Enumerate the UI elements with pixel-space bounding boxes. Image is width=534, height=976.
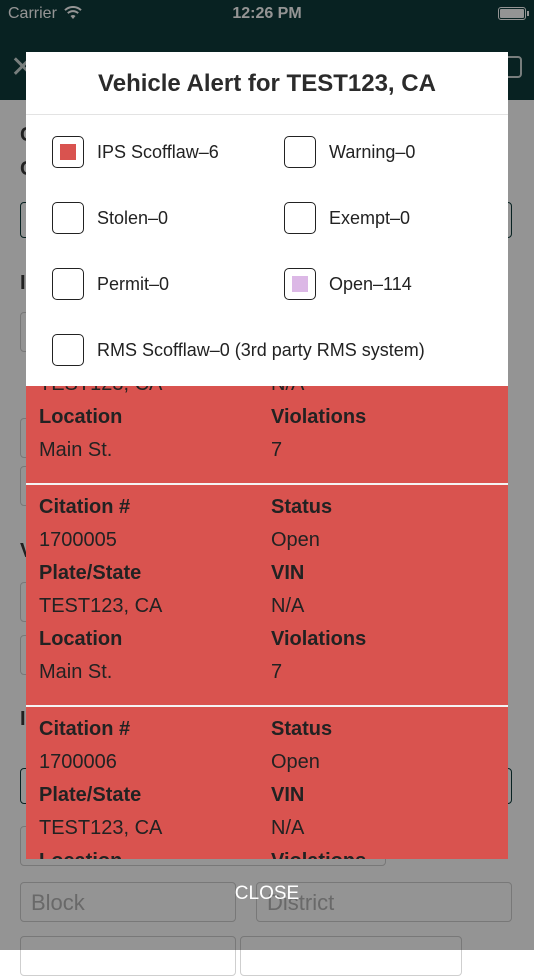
checkbox-label: IPS Scofflaw–6 [97,142,219,162]
location-label: Location [39,850,122,859]
checkbox-open[interactable] [284,268,316,300]
checkbox-label: Exempt–0 [329,208,411,228]
checkbox-warning[interactable] [284,136,316,168]
close-button[interactable]: CLOSE [0,883,534,905]
plate-state-value: TEST123, CA [39,817,163,839]
location-value: Main St. [39,661,113,683]
citation-card[interactable]: Citation # Status 1700005 Open Plate/Sta… [26,485,508,706]
violations-label: Violations [271,850,366,859]
vehicle-alert-dialog: Vehicle Alert for TEST123, CA IPS Scoffl… [26,52,508,386]
violations-value: 7 [271,439,283,461]
checkbox-stolen[interactable] [52,202,84,234]
plate-state-value: TEST123, CA [39,386,162,396]
dialog-title: Vehicle Alert for TEST123, CA [98,70,436,97]
status-label: Status [271,718,333,740]
checkbox-exempt[interactable] [284,202,316,234]
location-label: Location [39,406,123,428]
violations-label: Violations [271,406,367,428]
vin-label: VIN [271,784,305,806]
citation-number: 1700006 [39,751,117,773]
plate-state-value: TEST123, CA [39,595,163,617]
vin-value: N/A [271,386,304,396]
citation-label: Citation # [39,718,131,740]
location-label: Location [39,628,123,650]
plate-state-label: Plate/State [39,562,142,584]
location-value: Main St. [39,439,113,461]
plate-state-label: Plate/State [39,784,142,806]
divider [26,114,508,115]
citation-card[interactable]: Citation # Status 1700006 Open Plate/Sta… [26,707,508,859]
citation-list[interactable]: Citation # Status Plate/State VIN TEST12… [26,386,508,859]
vin-label: VIN [271,562,305,584]
vin-value: N/A [271,595,305,617]
checkbox-ips-scofflaw[interactable] [52,136,84,168]
checkbox-fill [292,276,308,292]
citation-label: Citation # [39,496,131,518]
checkbox-fill [60,144,76,160]
checkbox-permit[interactable] [52,268,84,300]
checkbox-rms-scofflaw[interactable] [52,334,84,366]
status-value: Open [271,751,320,773]
checkbox-label: Open–114 [329,274,412,294]
checkbox-label: Warning–0 [329,142,416,162]
citation-number: 1700005 [39,529,117,551]
status-value: Open [271,529,320,551]
checkbox-label: Stolen–0 [97,208,169,228]
violations-value: 7 [271,661,283,683]
violations-label: Violations [271,628,367,650]
checkbox-label: Permit–0 [97,274,170,294]
vin-value: N/A [271,817,305,839]
checkbox-label: RMS Scofflaw–0 (3rd party RMS system) [97,340,425,360]
citation-card[interactable]: Citation # Status Plate/State VIN TEST12… [26,386,508,484]
status-label: Status [271,496,333,518]
